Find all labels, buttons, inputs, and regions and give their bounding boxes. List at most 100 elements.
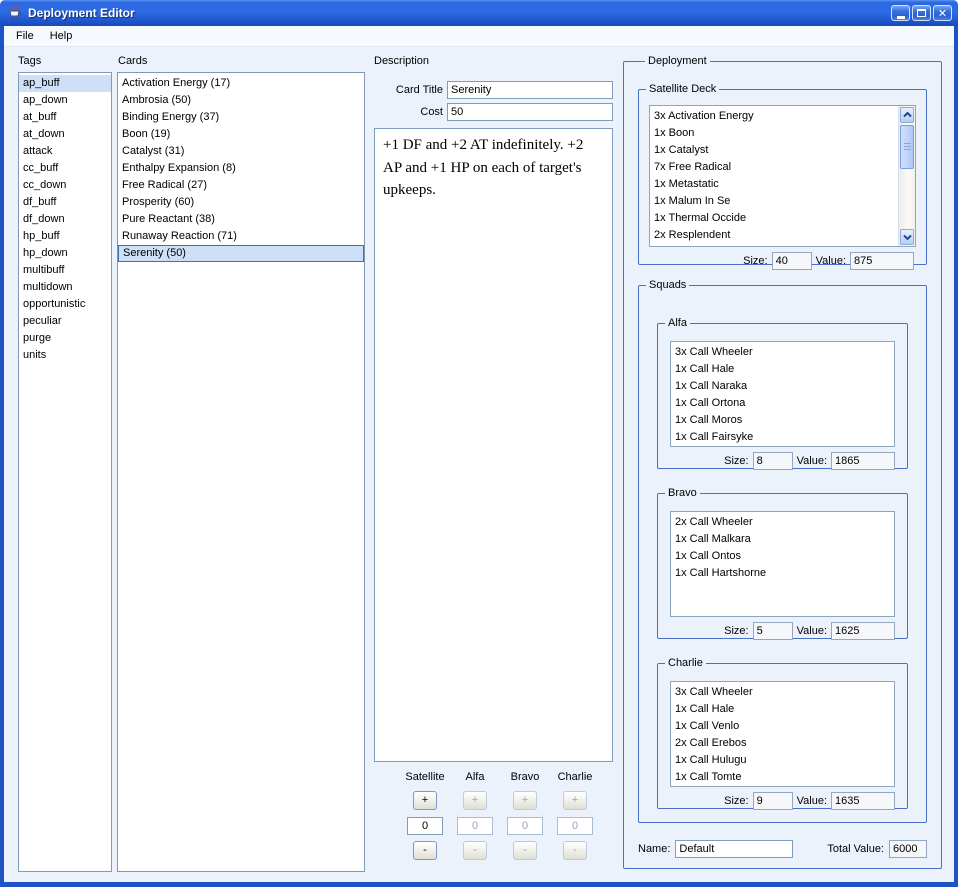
list-item[interactable]: ap_buff [19,75,111,92]
list-item[interactable]: ap_down [19,92,111,109]
list-item[interactable]: Boon (19) [118,126,364,143]
scrollbar-thumb[interactable] [900,125,914,169]
squad-bravo-list[interactable]: 2x Call Wheeler 1x Call Malkara 1x Call On… [670,511,895,617]
list-item[interactable]: Ambrosia (50) [118,92,364,109]
list-item[interactable]: Runaway Reaction (71) [118,228,364,245]
list-item[interactable]: 2x Call Erebos [671,735,894,752]
list-item[interactable]: 1x Call Tomte [671,769,894,786]
list-item[interactable]: 1x Call Hale [671,361,894,378]
list-item[interactable]: at_down [19,126,111,143]
maximize-button[interactable] [912,5,931,21]
squad-bravo-label: Bravo [668,487,697,499]
card-count-steppers: Satellite + - Alfa + - Bravo + - [400,771,600,860]
card-title-label: Card Title [395,84,443,96]
close-button[interactable]: ✕ [933,5,952,21]
alfa-decrement-button: - [463,841,487,860]
list-item[interactable]: Catalyst (31) [118,143,364,160]
stepper-satellite-label: Satellite [405,771,445,783]
list-item[interactable]: 1x Call Fairsyke [671,429,894,446]
list-item[interactable]: 1x Call Ontos [671,548,894,565]
list-item[interactable]: opportunistic [19,296,111,313]
list-item[interactable]: 1x Call Naraka [671,378,894,395]
charlie-decrement-button: - [563,841,587,860]
bravo-size-field [752,622,793,640]
titlebar[interactable]: Deployment Editor ✕ [0,0,958,26]
list-item[interactable]: hp_down [19,245,111,262]
scrollbar[interactable] [898,106,915,246]
list-item[interactable]: Pure Reactant (38) [118,211,364,228]
list-item[interactable]: at_buff [19,109,111,126]
chevron-down-icon [902,234,912,240]
list-item[interactable]: hp_buff [19,228,111,245]
satellite-decrement-button[interactable]: - [413,841,437,860]
stepper-bravo: Bravo + - [500,771,550,860]
bravo-size-label: Size: [724,625,749,637]
list-item[interactable]: multidown [19,279,111,296]
window-content: File Help Tags ap_buff ap_down at_buff at_d… [4,26,954,882]
tags-label: Tags [18,55,42,67]
list-item[interactable]: 1x Call Moros [671,412,894,429]
list-item[interactable]: 1x Call Hulugu [671,752,894,769]
list-item[interactable]: 1x Call Hartshorne [671,565,894,582]
deployment-editor-window: Deployment Editor ✕ File Help Tags ap_bu… [0,0,958,887]
list-item[interactable]: 3x Call Wheeler [671,344,894,361]
squads-group-label: Squads [649,279,687,291]
minimize-button[interactable] [891,5,910,21]
list-item[interactable]: 1x Boon [650,125,896,142]
list-item[interactable]: 1x Malum In Se [650,193,896,210]
list-item[interactable]: purge [19,330,111,347]
scrollbar-down-button[interactable] [900,229,914,245]
list-item[interactable]: 1x Thermal Occide [650,210,896,227]
list-item[interactable]: 1x Call Ortona [671,395,894,412]
list-item[interactable]: multibuff [19,262,111,279]
list-item[interactable]: Binding Energy (37) [118,109,364,126]
stepper-satellite: Satellite + - [400,771,450,860]
squad-charlie-list[interactable]: 3x Call Wheeler 1x Call Hale 1x Call Venlo… [670,681,895,787]
deployment-group: Deployment Satellite Deck 3x Activation … [623,55,942,869]
list-item[interactable]: Activation Energy (17) [118,75,364,92]
squad-alfa-list[interactable]: 3x Call Wheeler 1x Call Hale 1x Call Narak… [670,341,895,447]
menu-item-help[interactable]: Help [44,28,79,44]
menu-item-file[interactable]: File [10,28,40,44]
cost-input[interactable] [447,103,613,121]
list-item[interactable]: Prosperity (60) [118,194,364,211]
cards-list[interactable]: Activation Energy (17) Ambrosia (50) Bindi… [117,72,365,872]
list-item[interactable]: 1x Catalyst [650,142,896,159]
squad-alfa-group: Alfa 3x Call Wheeler 1x Call Hale 1x Call … [657,317,908,470]
maximize-icon [917,9,926,17]
list-item[interactable]: 3x Call Wheeler [671,684,894,701]
description-textarea[interactable]: +1 DF and +2 AT indefinitely. +2 AP and … [374,128,613,762]
list-item[interactable]: 2x Call Wheeler [671,514,894,531]
list-item[interactable]: 7x Free Radical [650,159,896,176]
squad-alfa-label: Alfa [668,317,687,329]
satellite-deck-list[interactable]: 3x Activation Energy 1x Boon 1x Catalyst 7x… [649,105,916,247]
stepper-alfa-label: Alfa [465,771,485,783]
list-item[interactable]: df_buff [19,194,111,211]
list-item[interactable]: units [19,347,111,364]
list-item[interactable]: Free Radical (27) [118,177,364,194]
card-title-input[interactable] [447,81,613,99]
list-item[interactable]: Enthalpy Expansion (8) [118,160,364,177]
deployment-name-input[interactable] [675,840,794,858]
list-item[interactable]: cc_down [19,177,111,194]
list-item[interactable]: 2x Resplendent [650,227,896,244]
list-item[interactable]: attack [19,143,111,160]
list-item[interactable]: 1x Call Malkara [671,531,894,548]
satellite-increment-button[interactable]: + [413,791,437,810]
bravo-value-label: Value: [796,625,827,637]
total-value-label: Total Value: [827,843,884,855]
tags-list[interactable]: ap_buff ap_down at_buff at_down attack cc_buf… [18,72,112,872]
list-item[interactable]: 1x Call Venlo [671,718,894,735]
stepper-alfa: Alfa + - [450,771,500,860]
list-item[interactable]: 1x Call Hale [671,701,894,718]
satellite-count-input[interactable] [407,817,443,835]
list-item[interactable]: df_down [19,211,111,228]
list-item[interactable]: 1x Metastatic [650,176,896,193]
list-item[interactable]: peculiar [19,313,111,330]
list-item[interactable]: Serenity (50) [118,245,364,262]
main-area: Tags ap_buff ap_down at_buff at_down attack c… [4,47,954,882]
list-item[interactable]: cc_buff [19,160,111,177]
scrollbar-up-button[interactable] [900,107,914,123]
charlie-increment-button: + [563,791,587,810]
list-item[interactable]: 3x Activation Energy [650,108,896,125]
